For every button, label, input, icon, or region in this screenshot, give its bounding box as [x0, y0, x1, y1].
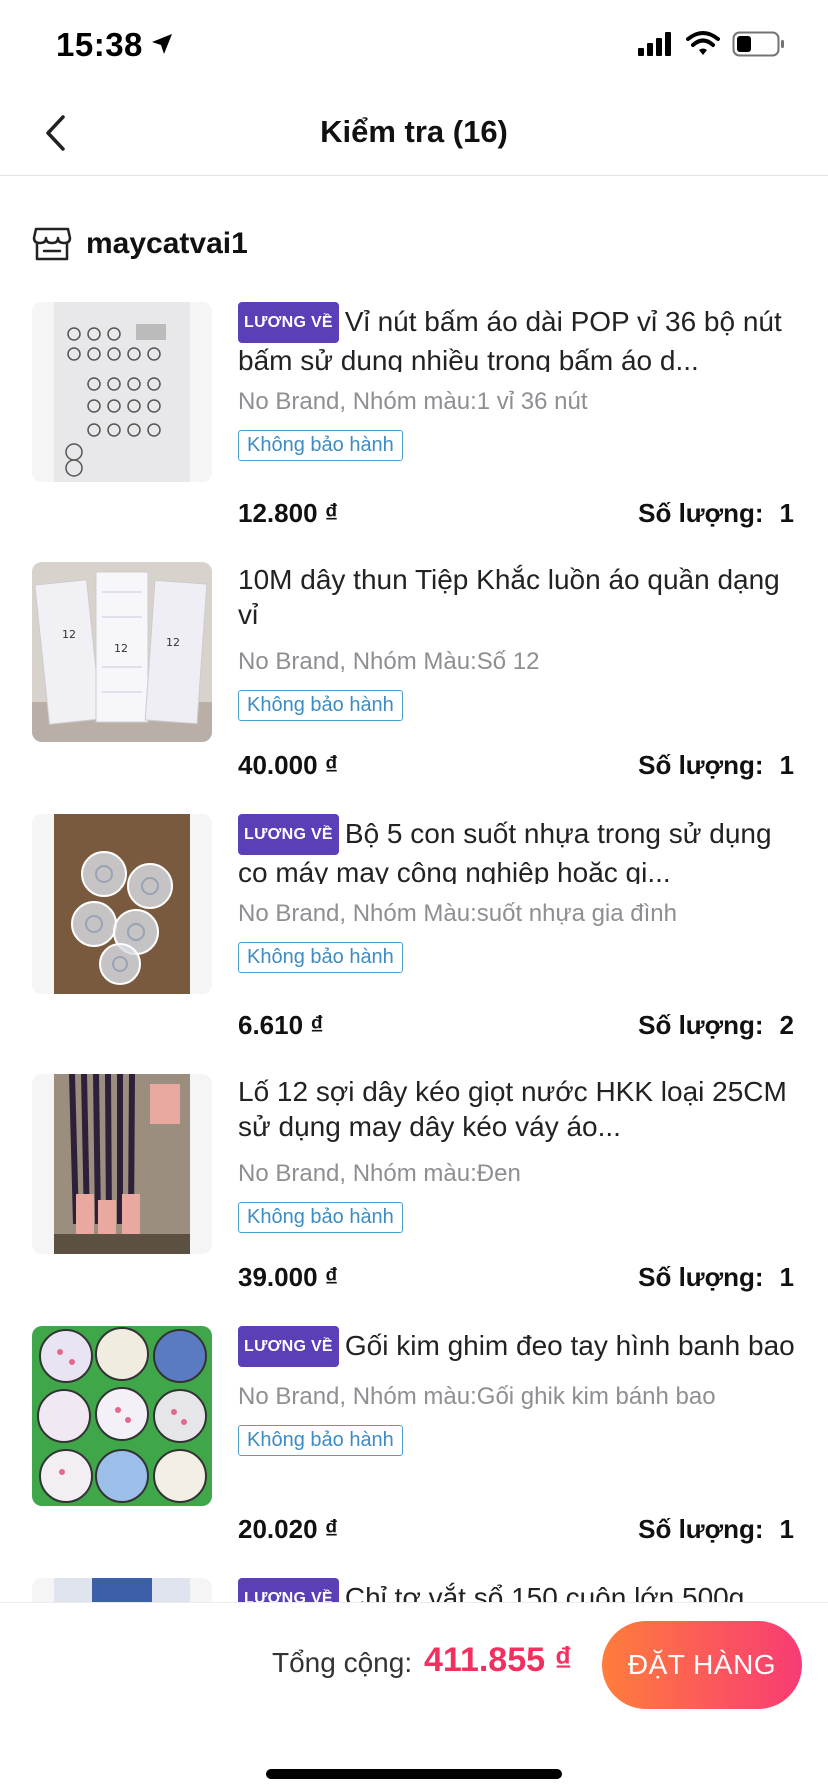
item-price: 39.000 ₫ [238, 1262, 339, 1292]
item-quantity: Số lượng: 1 [638, 750, 794, 780]
home-indicator[interactable] [266, 1769, 562, 1779]
product-thumbnail: 12 12 12 [32, 562, 212, 742]
item-quantity: Số lượng: 1 [638, 1262, 794, 1292]
item-quantity: Số lượng: 1 [638, 498, 794, 528]
item-variant: No Brand, Nhóm màu:Đen [238, 1160, 521, 1187]
place-order-button[interactable]: ĐẶT HÀNG [602, 1621, 802, 1709]
list-item[interactable]: LƯƠNG VỀ Chỉ tơ vắt sổ 150 cuộn lớn 500g [0, 1578, 828, 1602]
svg-text:12: 12 [114, 642, 128, 655]
promo-tag: LƯƠNG VỀ [238, 814, 339, 855]
list-item[interactable]: LƯƠNG VỀ Gối kim ghim đeo tay hình banh b… [0, 1326, 828, 1586]
promo-tag: LƯƠNG VỀ [238, 302, 339, 343]
item-price: 6.610 ₫ [238, 1010, 324, 1040]
item-title: LƯƠNG VỀ Gối kim ghim đeo tay hình banh b… [238, 1326, 798, 1367]
total-label: Tổng cộng: [272, 1647, 413, 1678]
shop-name: maycatvai1 [86, 227, 248, 260]
item-info: 10M dây thun Tiệp Khắc luồn áo quần dạng… [238, 562, 798, 721]
item-info: LƯƠNG VỀ Chỉ tơ vắt sổ 150 cuộn lớn 500g [238, 1578, 798, 1602]
list-item[interactable]: LƯƠNG VỀ Vỉ nút bấm áo dài POP vỉ 36 bộ n… [0, 302, 828, 562]
item-price: 12.800 ₫ [238, 498, 339, 528]
warranty-badge: Không bảo hành [238, 1202, 403, 1233]
item-title: LƯƠNG VỀ Bộ 5 con suốt nhựa trong sử dụng… [238, 814, 798, 884]
product-thumbnail [32, 302, 212, 482]
item-variant: No Brand, Nhóm màu:1 vỉ 36 nút [238, 388, 588, 415]
item-quantity: Số lượng: 1 [638, 1514, 794, 1544]
total-amount: 411.855 ₫ [424, 1641, 572, 1679]
checkout-bar: Tổng cộng: 411.855 ₫ ĐẶT HÀNG [0, 1602, 828, 1792]
item-info: LƯƠNG VỀ Gối kim ghim đeo tay hình banh b… [238, 1326, 798, 1456]
item-title: Lố 12 sợi dây kéo giọt nước HKK loại 25C… [238, 1076, 787, 1142]
svg-text:12: 12 [62, 628, 76, 641]
warranty-badge: Không bảo hành [238, 942, 403, 973]
item-variant: No Brand, Nhóm Màu:suốt nhựa gia đình [238, 900, 677, 927]
item-variant: No Brand, Nhóm Màu:Số 12 [238, 648, 540, 675]
item-list: maycatvai1 LƯƠNG VỀ Vỉ nút bấm áo dài POP… [0, 0, 828, 1602]
svg-text:12: 12 [166, 636, 180, 649]
warranty-badge: Không bảo hành [238, 1425, 403, 1456]
list-item[interactable]: 12 12 12 10M dây thun Tiệp Khắc luồn áo … [0, 562, 828, 822]
shop-header[interactable]: maycatvai1 [32, 222, 248, 266]
item-variant: No Brand, Nhóm màu:Gối ghik kim bánh bao [238, 1383, 716, 1410]
item-title: LƯƠNG VỀ Chỉ tơ vắt sổ 150 cuộn lớn 500g [238, 1578, 798, 1602]
product-thumbnail [32, 814, 212, 994]
warranty-badge: Không bảo hành [238, 690, 403, 721]
product-thumbnail [32, 1578, 212, 1602]
promo-tag: LƯƠNG VỀ [238, 1326, 339, 1367]
item-title: LƯƠNG VỀ Vỉ nút bấm áo dài POP vỉ 36 bộ n… [238, 302, 798, 372]
product-thumbnail [32, 1074, 212, 1254]
item-info: Lố 12 sợi dây kéo giọt nước HKK loại 25C… [238, 1074, 798, 1233]
item-info: LƯƠNG VỀ Bộ 5 con suốt nhựa trong sử dụng… [238, 814, 798, 973]
store-icon [32, 227, 72, 261]
item-price: 40.000 ₫ [238, 750, 339, 780]
warranty-badge: Không bảo hành [238, 430, 403, 461]
item-title: 10M dây thun Tiệp Khắc luồn áo quần dạng… [238, 564, 780, 630]
item-quantity: Số lượng: 2 [638, 1010, 794, 1040]
promo-tag: LƯƠNG VỀ [238, 1578, 339, 1602]
item-info: LƯƠNG VỀ Vỉ nút bấm áo dài POP vỉ 36 bộ n… [238, 302, 798, 461]
list-item[interactable]: LƯƠNG VỀ Bộ 5 con suốt nhựa trong sử dụng… [0, 814, 828, 1074]
item-price: 20.020 ₫ [238, 1514, 339, 1544]
product-thumbnail [32, 1326, 212, 1506]
list-item[interactable]: Lố 12 sợi dây kéo giọt nước HKK loại 25C… [0, 1074, 828, 1334]
